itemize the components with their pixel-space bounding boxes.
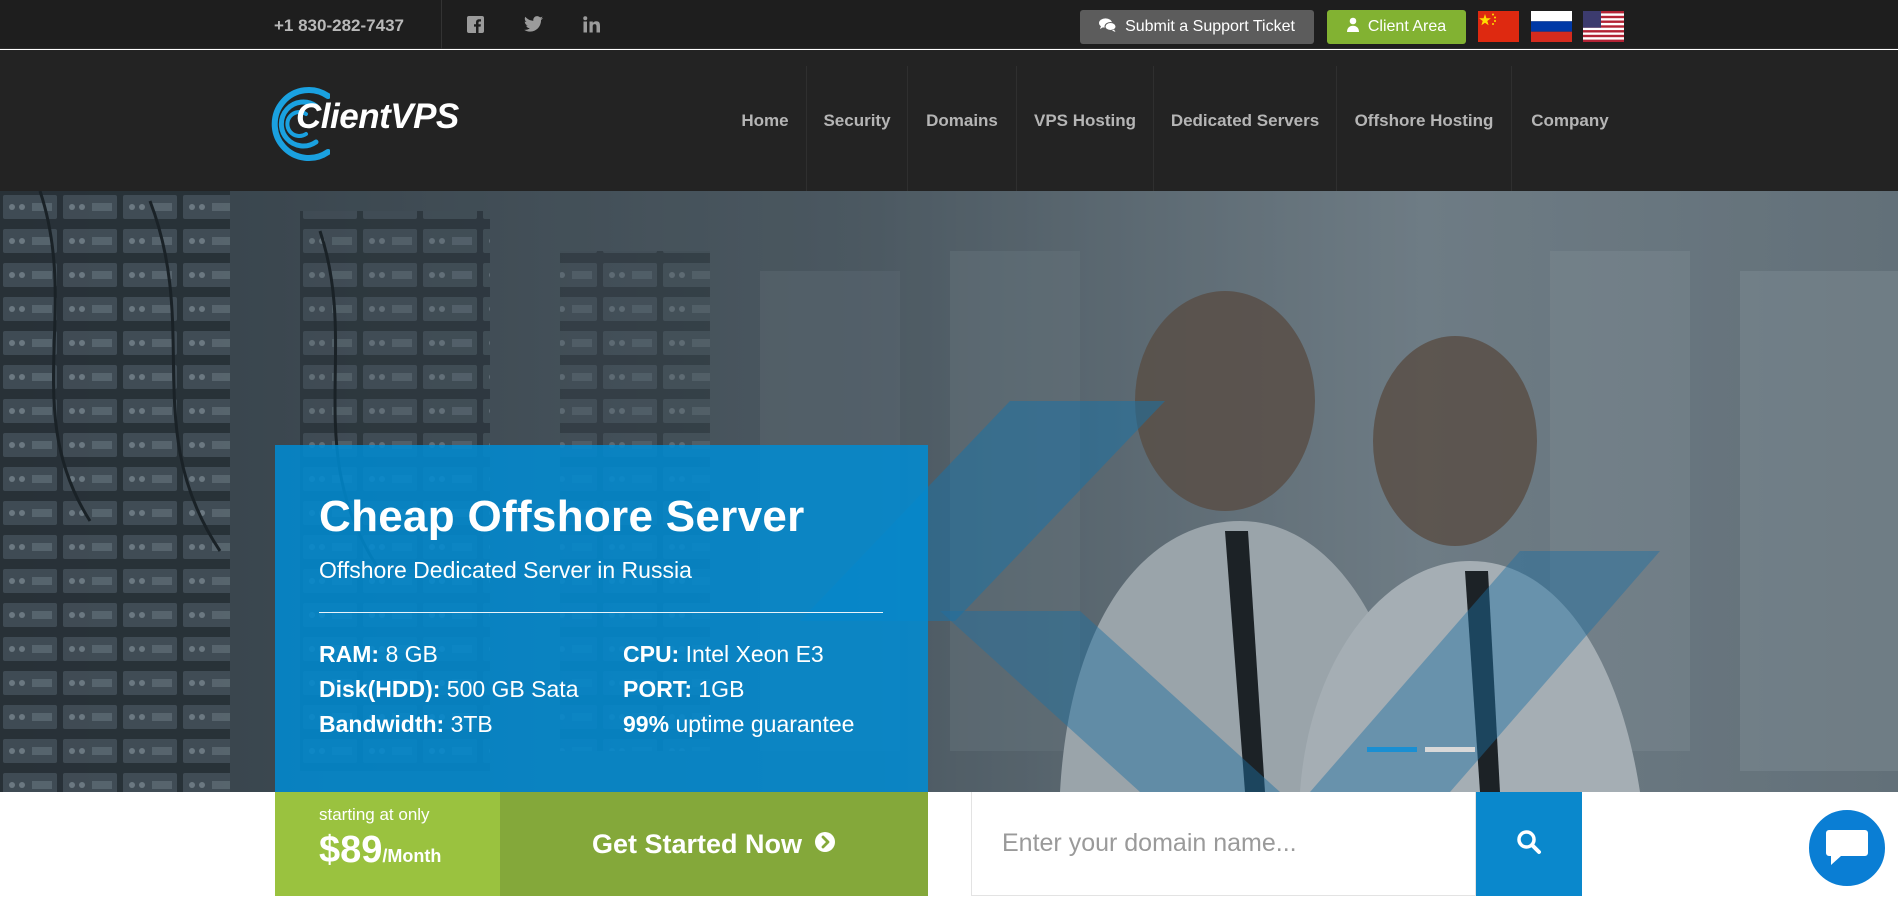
spec-port: PORT: 1GB bbox=[623, 676, 744, 703]
price-box: starting at only $89/Month bbox=[275, 792, 500, 896]
nav-offshore-hosting[interactable]: Offshore Hosting bbox=[1337, 50, 1511, 191]
spec-label: 99% bbox=[623, 711, 670, 737]
spec-label: Disk(HDD): bbox=[319, 676, 441, 702]
phone-number[interactable]: +1 830-282-7437 bbox=[274, 16, 404, 36]
client-area-label: Client Area bbox=[1367, 18, 1447, 35]
price-value: $89/Month bbox=[319, 829, 441, 872]
spec-value: 3TB bbox=[450, 711, 493, 737]
nav-domains[interactable]: Domains bbox=[908, 50, 1016, 191]
promo-title: Cheap Offshore Server bbox=[319, 492, 805, 541]
spec-value: 1GB bbox=[698, 676, 745, 702]
spec-disk: Disk(HDD): 500 GB Sata bbox=[319, 676, 578, 703]
spec-label: CPU: bbox=[623, 641, 680, 667]
spec-ram: RAM: 8 GB bbox=[319, 641, 438, 668]
nav-home-label: Home bbox=[741, 110, 789, 130]
search-icon bbox=[1516, 829, 1542, 860]
chat-bubble-icon bbox=[1825, 826, 1869, 871]
nav-home[interactable]: Home bbox=[725, 50, 805, 191]
get-started-label: Get Started Now bbox=[591, 828, 803, 859]
promo-subtitle: Offshore Dedicated Server in Russia bbox=[319, 557, 692, 583]
price-amount: $89 bbox=[319, 829, 383, 871]
nav-dedicated-servers[interactable]: Dedicated Servers bbox=[1154, 50, 1336, 191]
nav-vps-hosting-label: VPS Hosting bbox=[1033, 110, 1136, 130]
china-flag-icon[interactable] bbox=[1478, 11, 1519, 42]
nav-dedicated-servers-label: Dedicated Servers bbox=[1170, 110, 1320, 130]
spec-uptime: 99% uptime guarantee bbox=[623, 711, 854, 738]
spec-bandwidth: Bandwidth: 3TB bbox=[319, 711, 493, 738]
promo-panel: Cheap Offshore Server Offshore Dedicated… bbox=[275, 445, 928, 792]
nav-domains-label: Domains bbox=[926, 110, 998, 130]
promo-divider bbox=[319, 612, 883, 613]
nav-company[interactable]: Company bbox=[1512, 50, 1628, 191]
slider-dot-1[interactable] bbox=[1367, 747, 1417, 752]
price-period: /Month bbox=[382, 846, 442, 866]
spec-label: RAM: bbox=[319, 641, 380, 667]
spec-value: 500 GB Sata bbox=[446, 676, 579, 702]
nav-security[interactable]: Security bbox=[807, 50, 907, 191]
twitter-icon[interactable] bbox=[522, 13, 544, 35]
spec-label: PORT: bbox=[623, 676, 692, 702]
arrow-circle-right-icon bbox=[814, 829, 836, 860]
nav-security-label: Security bbox=[823, 110, 891, 130]
spec-value: uptime guarantee bbox=[675, 711, 855, 737]
nav-vps-hosting[interactable]: VPS Hosting bbox=[1017, 50, 1153, 191]
spec-label: Bandwidth: bbox=[319, 711, 445, 737]
top-bar: +1 830-282-7437 Submit a Support Ticket … bbox=[0, 0, 1898, 49]
comments-icon bbox=[1099, 17, 1117, 37]
domain-search-input[interactable] bbox=[971, 792, 1476, 896]
main-header: ClientVPS Home Security Domains VPS Host… bbox=[0, 50, 1898, 191]
domain-search-button[interactable] bbox=[1476, 792, 1582, 896]
client-area-button[interactable]: Client Area bbox=[1327, 10, 1466, 44]
submit-ticket-button[interactable]: Submit a Support Ticket bbox=[1080, 10, 1314, 44]
get-started-button[interactable]: Get Started Now bbox=[500, 792, 928, 896]
user-icon bbox=[1346, 17, 1359, 37]
spec-value: 8 GB bbox=[385, 641, 438, 667]
usa-flag-icon[interactable] bbox=[1583, 11, 1624, 42]
starting-at-text: starting at only bbox=[319, 805, 430, 824]
slider-dot-2[interactable] bbox=[1425, 747, 1475, 752]
spec-cpu: CPU: Intel Xeon E3 bbox=[623, 641, 824, 668]
top-divider bbox=[441, 0, 442, 49]
brand-name: ClientVPS bbox=[296, 97, 459, 136]
linkedin-icon[interactable] bbox=[580, 13, 602, 35]
facebook-icon[interactable] bbox=[464, 13, 486, 35]
nav-company-label: Company bbox=[1531, 110, 1609, 130]
live-chat-button[interactable] bbox=[1806, 807, 1888, 889]
russia-flag-icon[interactable] bbox=[1531, 11, 1572, 42]
nav-offshore-hosting-label: Offshore Hosting bbox=[1354, 110, 1494, 130]
clientvps-logo[interactable]: ClientVPS bbox=[270, 82, 470, 162]
submit-ticket-label: Submit a Support Ticket bbox=[1125, 18, 1295, 35]
spec-value: Intel Xeon E3 bbox=[685, 641, 824, 667]
hero-slider: Cheap Offshore Server Offshore Dedicated… bbox=[0, 191, 1898, 792]
